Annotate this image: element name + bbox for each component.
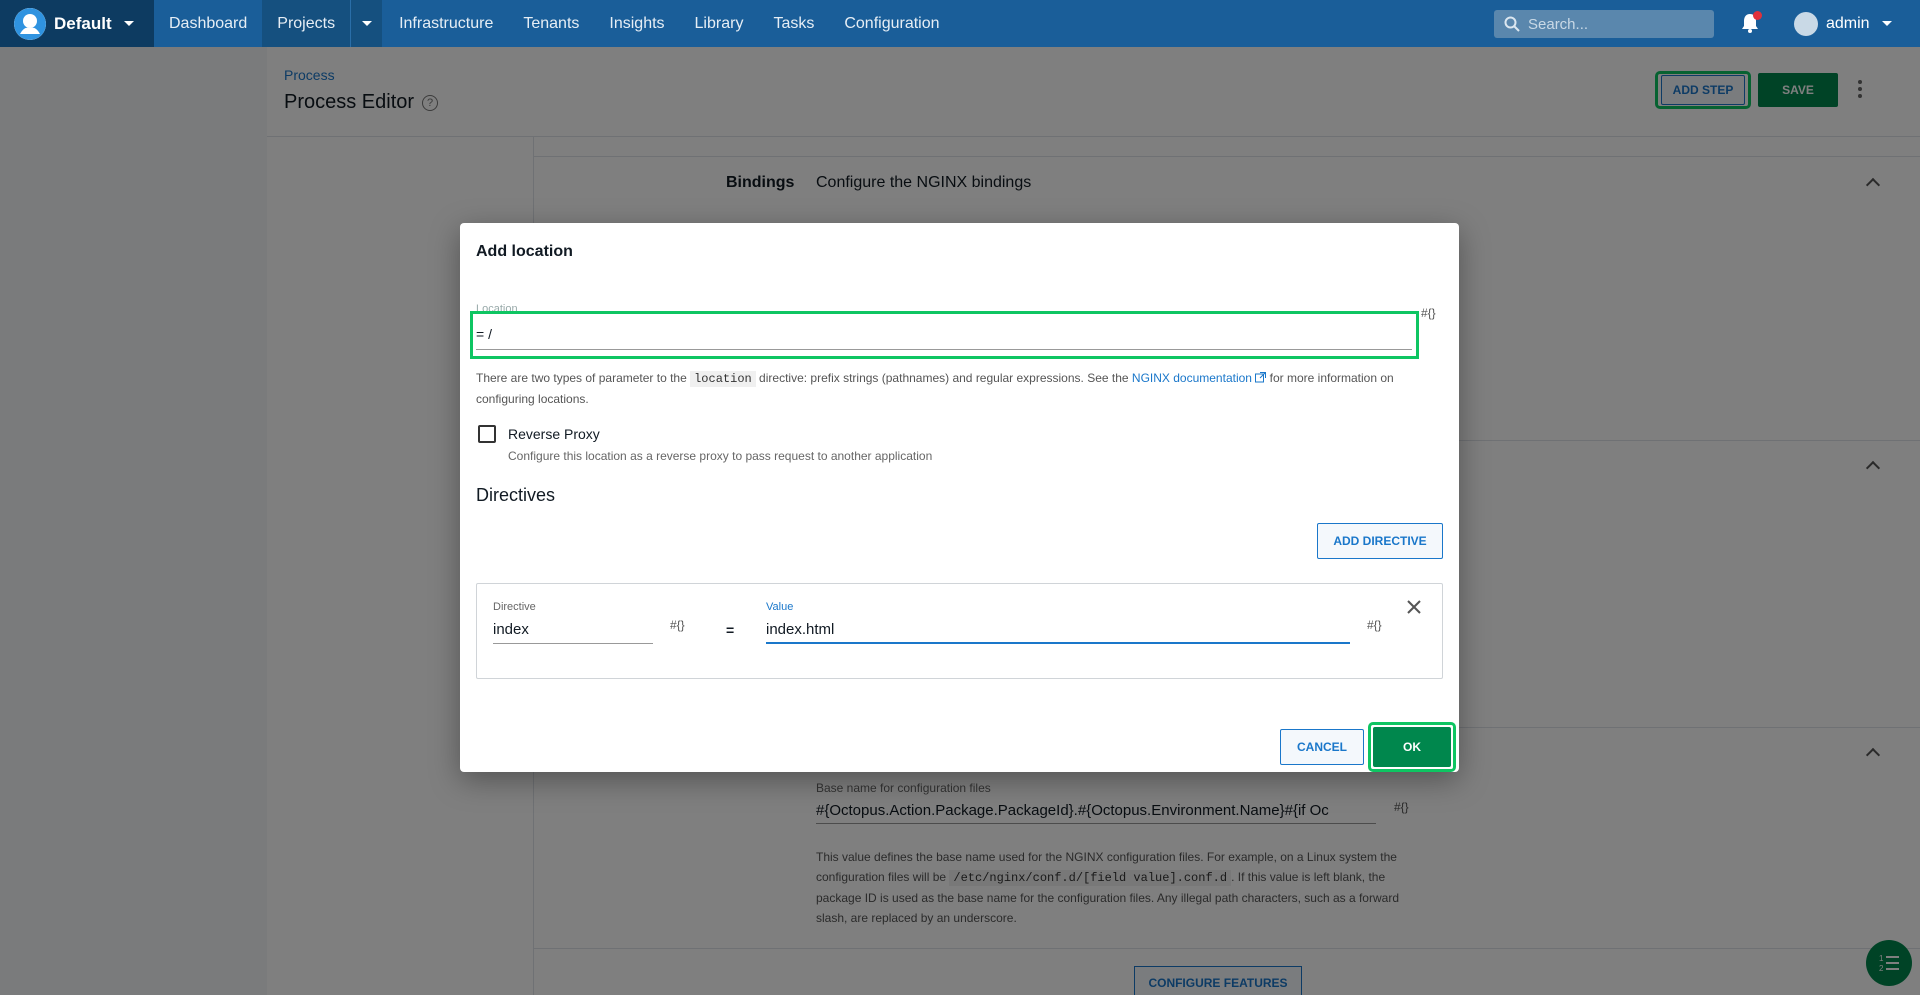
user-name: admin xyxy=(1826,14,1870,32)
search-input[interactable]: Search... xyxy=(1494,10,1714,38)
directive-row: Directive index #{} = Value index.html #… xyxy=(476,583,1443,679)
nav-projects[interactable]: Projects xyxy=(262,0,351,47)
directive-label: Directive xyxy=(493,601,536,613)
nav-library[interactable]: Library xyxy=(680,0,759,47)
close-icon[interactable] xyxy=(1405,598,1423,616)
reverse-proxy-help: Configure this location as a reverse pro… xyxy=(508,449,933,463)
notification-badge xyxy=(1753,11,1762,20)
location-field-highlight xyxy=(470,311,1419,359)
nav-insights[interactable]: Insights xyxy=(594,0,679,47)
directive-input[interactable]: index xyxy=(493,621,653,644)
search-placeholder: Search... xyxy=(1528,15,1589,33)
ok-button-highlight: OK xyxy=(1368,722,1456,772)
reverse-proxy-checkbox[interactable] xyxy=(478,425,496,443)
value-label: Value xyxy=(766,601,794,613)
location-input[interactable]: = / xyxy=(476,326,492,342)
variable-binding-icon[interactable]: #{} xyxy=(1421,306,1436,320)
location-help-text-2: directive: prefix strings (pathnames) an… xyxy=(755,371,1132,385)
chevron-down-icon xyxy=(1881,21,1892,26)
location-help-text: There are two types of parameter to the xyxy=(476,371,691,385)
cancel-button[interactable]: CANCEL xyxy=(1280,729,1364,765)
search-icon xyxy=(1504,16,1520,32)
chevron-down-icon xyxy=(361,21,372,26)
space-switcher[interactable]: Default xyxy=(0,0,154,47)
nav-infrastructure[interactable]: Infrastructure xyxy=(384,0,508,47)
variable-binding-icon[interactable]: #{} xyxy=(1367,618,1382,632)
directives-heading: Directives xyxy=(476,485,556,505)
location-help: There are two types of parameter to the … xyxy=(476,368,1436,409)
nav-tasks[interactable]: Tasks xyxy=(758,0,829,47)
projects-dropdown-button[interactable] xyxy=(350,0,383,47)
equals-sign: = xyxy=(726,622,735,638)
location-code: location xyxy=(690,371,756,387)
nav-dashboard[interactable]: Dashboard xyxy=(154,0,262,47)
nav-tenants[interactable]: Tenants xyxy=(508,0,594,47)
chevron-down-icon xyxy=(123,21,134,26)
avatar xyxy=(1794,11,1818,36)
user-menu[interactable]: admin xyxy=(1794,0,1892,47)
add-location-dialog: Add location Location = / #{} There are … xyxy=(460,223,1459,772)
external-link-icon xyxy=(1255,372,1267,383)
space-name: Default xyxy=(54,13,112,33)
ok-button[interactable]: OK xyxy=(1373,727,1451,767)
octopus-logo-icon xyxy=(14,7,46,40)
nginx-docs-link[interactable]: NGINX documentation xyxy=(1132,371,1252,385)
dialog-title: Add location xyxy=(476,243,573,260)
value-input[interactable]: index.html xyxy=(766,621,1350,644)
variable-binding-icon[interactable]: #{} xyxy=(670,618,685,632)
reverse-proxy-label[interactable]: Reverse Proxy xyxy=(508,426,600,442)
nav-configuration[interactable]: Configuration xyxy=(829,0,954,47)
location-underline xyxy=(476,349,1412,350)
add-directive-button[interactable]: ADD DIRECTIVE xyxy=(1317,523,1443,559)
